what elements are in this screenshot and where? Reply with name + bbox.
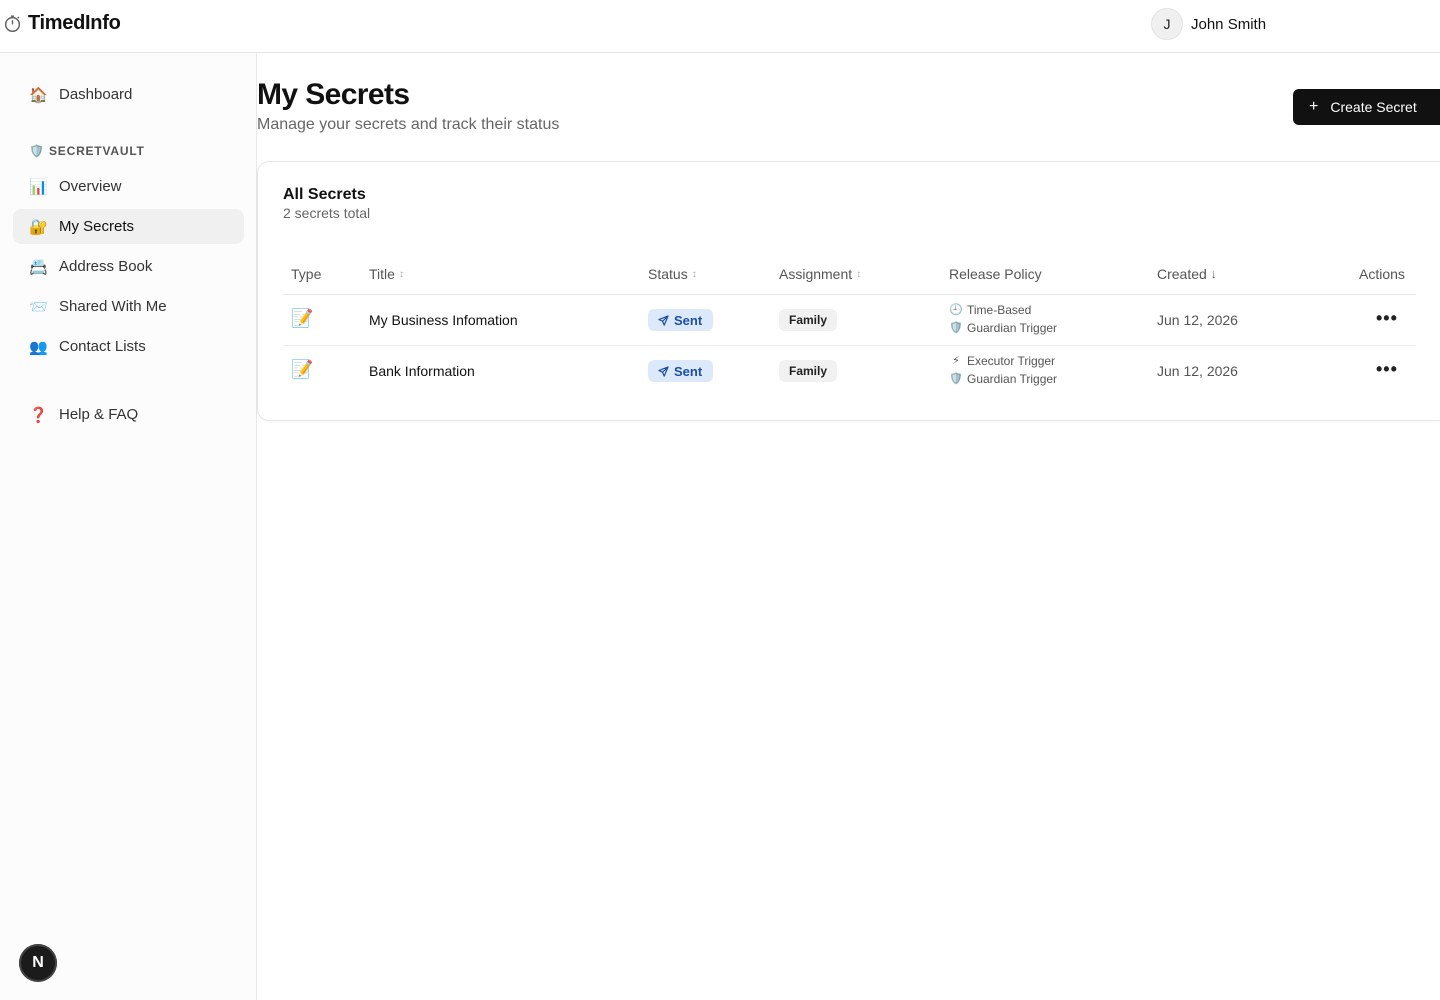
sidebar: 🏠 Dashboard 🛡️ SECRETVAULT 📊 Overview 🔐 … <box>0 53 257 1000</box>
card-subtitle: 2 secrets total <box>283 205 371 221</box>
brand[interactable]: TimedInfo <box>3 12 121 35</box>
plus-icon: + <box>1309 98 1319 115</box>
question-icon: ❓ <box>29 406 48 424</box>
shield-icon: 🛡️ <box>29 144 45 158</box>
page-subtitle: Manage your secrets and track their stat… <box>257 116 560 133</box>
more-actions-icon[interactable]: ••• <box>1376 308 1398 329</box>
row-divider <box>283 345 1416 346</box>
sidebar-item-label: Contact Lists <box>59 338 146 355</box>
created-date: Jun 12, 2026 <box>1157 363 1238 379</box>
lightning-icon: ⚡ <box>952 355 960 367</box>
secret-title[interactable]: Bank Information <box>369 363 475 379</box>
policy-label: Time-Based <box>967 303 1032 317</box>
policy-label: Guardian Trigger <box>967 372 1058 386</box>
house-icon: 🏠 <box>29 86 48 104</box>
more-actions-icon[interactable]: ••• <box>1376 359 1398 380</box>
column-label: Actions <box>1359 266 1405 282</box>
sidebar-item-shared-with-me[interactable]: 📨 Shared With Me <box>13 289 244 324</box>
column-label: Type <box>291 266 322 282</box>
policy-label: Guardian Trigger <box>967 321 1058 335</box>
people-icon: 👥 <box>29 338 48 356</box>
column-header-created[interactable]: Created ↓ <box>1157 266 1217 282</box>
column-label: Release Policy <box>949 266 1042 282</box>
avatar[interactable]: J <box>1151 8 1183 40</box>
sort-icon: ↕ <box>398 268 404 280</box>
sidebar-item-label: My Secrets <box>59 218 135 235</box>
send-icon <box>658 314 669 326</box>
user-name[interactable]: John Smith <box>1191 16 1266 33</box>
sidebar-item-label: Help & FAQ <box>59 406 139 423</box>
column-label: Title <box>369 266 395 282</box>
column-header-title[interactable]: Title ↕ <box>369 266 404 282</box>
assignment-badge: Family <box>779 309 838 331</box>
sidebar-item-label: Overview <box>59 178 122 195</box>
sort-descending-icon: ↓ <box>1210 267 1217 281</box>
sidebar-item-help[interactable]: ❓ Help & FAQ <box>13 397 244 432</box>
stopwatch-icon <box>4 15 21 33</box>
section-label: SECRETVAULT <box>49 144 145 158</box>
status-badge: Sent <box>648 309 714 331</box>
sidebar-item-overview[interactable]: 📊 Overview <box>13 169 244 204</box>
shield-icon: 🛡️ <box>949 322 963 334</box>
shield-icon: 🛡️ <box>949 373 963 385</box>
policy-label: Executor Trigger <box>967 354 1056 368</box>
page-title: My Secrets <box>257 78 410 111</box>
secrets-card: All Secrets 2 secrets total Type Title ↕… <box>257 161 1440 421</box>
column-label: Assignment <box>779 266 853 282</box>
lock-key-icon: 🔐 <box>29 218 48 236</box>
dev-tools-badge[interactable]: N <box>19 944 57 982</box>
column-label: Status <box>648 266 688 282</box>
memo-icon: 📝 <box>291 359 314 379</box>
column-header-release-policy: Release Policy <box>949 266 1042 282</box>
sidebar-section-secretvault: 🛡️ SECRETVAULT <box>29 144 145 158</box>
status-label: Sent <box>674 363 703 379</box>
column-header-type: Type <box>291 266 321 282</box>
release-policy: 🕘 Time-Based 🛡️ Guardian Trigger <box>949 301 1057 337</box>
status-label: Sent <box>674 312 703 328</box>
create-secret-label: Create Secret <box>1330 99 1417 115</box>
header-divider <box>283 294 1416 295</box>
sidebar-item-dashboard[interactable]: 🏠 Dashboard <box>13 77 244 112</box>
card-index-icon: 📇 <box>29 258 48 276</box>
sidebar-item-my-secrets[interactable]: 🔐 My Secrets <box>13 209 244 244</box>
sidebar-item-contact-lists[interactable]: 👥 Contact Lists <box>13 329 244 364</box>
inbox-icon: 📨 <box>29 298 48 316</box>
secret-title[interactable]: My Business Infomation <box>369 312 518 328</box>
column-header-status[interactable]: Status ↕ <box>648 266 697 282</box>
top-bar: TimedInfo J John Smith <box>0 0 1440 53</box>
memo-icon: 📝 <box>291 308 314 328</box>
clock-icon: 🕘 <box>949 304 963 316</box>
bar-chart-icon: 📊 <box>29 178 48 196</box>
sidebar-item-label: Address Book <box>59 258 153 275</box>
send-icon <box>658 365 669 377</box>
sort-icon: ↕ <box>691 268 697 280</box>
column-header-actions: Actions <box>1359 266 1405 282</box>
sidebar-item-label: Shared With Me <box>59 298 167 315</box>
card-title: All Secrets <box>283 186 366 203</box>
user-menu[interactable]: J John Smith <box>1151 8 1266 40</box>
create-secret-button[interactable]: + Create Secret <box>1293 89 1440 125</box>
sort-icon: ↕ <box>856 268 862 280</box>
sidebar-item-address-book[interactable]: 📇 Address Book <box>13 249 244 284</box>
created-date: Jun 12, 2026 <box>1157 312 1238 328</box>
release-policy: ⚡ Executor Trigger 🛡️ Guardian Trigger <box>949 352 1057 388</box>
assignment-badge: Family <box>779 360 838 382</box>
status-badge: Sent <box>648 360 714 382</box>
brand-name: TimedInfo <box>28 12 121 34</box>
sidebar-item-label: Dashboard <box>59 86 133 103</box>
column-header-assignment[interactable]: Assignment ↕ <box>779 266 861 282</box>
column-label: Created <box>1157 266 1207 282</box>
